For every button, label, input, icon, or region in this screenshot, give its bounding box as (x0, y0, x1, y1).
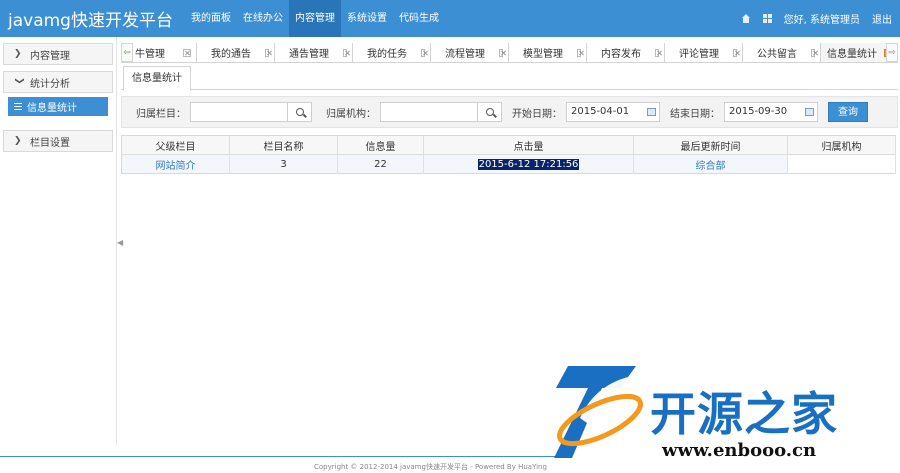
calendar-icon (647, 108, 656, 116)
click-count-cell: 2015-6-12 17:21:56 (423, 154, 634, 174)
end-date-input[interactable]: 2015-09-30 (724, 102, 802, 122)
search-icon (485, 108, 494, 116)
close-icon[interactable] (265, 48, 269, 57)
info-count-cell: 22 (337, 154, 424, 174)
org-input[interactable] (380, 102, 478, 122)
start-date-label: 开始日期： (512, 108, 562, 120)
watermark: 开源之家 www.enbooo.cn (550, 358, 900, 473)
close-icon[interactable] (577, 48, 581, 57)
query-button[interactable]: 查询 (828, 102, 868, 122)
close-icon[interactable] (733, 48, 737, 57)
category-search-button[interactable] (288, 102, 312, 122)
brand-title[interactable]: javamg快速开发平台 (8, 6, 173, 31)
sidebar-group-content[interactable]: ❯ 内容管理 (3, 43, 113, 65)
close-icon[interactable] (884, 48, 886, 57)
nav-office[interactable]: 在线办公 (237, 0, 289, 37)
tab-scroll-right-icon[interactable]: ⇨ (886, 43, 898, 62)
copyright: Copyright © 2012-2014 javamg快速开发平台 - Pow… (314, 463, 547, 471)
sub-tab-info-stats[interactable]: 信息量统计 (123, 66, 191, 91)
start-date-picker[interactable] (644, 102, 660, 122)
sidebar-item-info-stats[interactable]: 信息量统计 (8, 97, 108, 116)
close-icon[interactable] (811, 48, 815, 57)
org-label: 归属机构： (326, 108, 376, 120)
watermark-url: www.enbooo.cn (662, 440, 817, 461)
sidebar-group-stats[interactable]: ❯ 统计分析 (3, 71, 113, 93)
nav-settings[interactable]: 系统设置 (341, 0, 393, 37)
parent-column-link[interactable]: 网站简介 (121, 154, 230, 174)
tab-item[interactable]: 内容发布 (587, 43, 665, 62)
home-icon[interactable] (741, 13, 751, 24)
tab-item[interactable]: 评论管理 (665, 43, 743, 62)
sidebar-group-label: 内容管理 (30, 50, 70, 62)
tab-bar: ⇦ 牛管理 我的通告 通告管理 我的任务 流程管理 模型管理 内容发布 评论管理… (121, 43, 898, 63)
tab-item[interactable]: 我的通告 (197, 43, 275, 62)
nav-codegen[interactable]: 代码生成 (393, 0, 445, 37)
close-icon[interactable] (499, 48, 503, 57)
watermark-logo-icon (554, 366, 646, 458)
sub-tab-bar: 信息量统计 (121, 66, 898, 91)
category-label: 归属栏目： (136, 108, 186, 120)
tab-item[interactable]: 牛管理 (133, 43, 197, 62)
main-nav: 我的面板 在线办公 内容管理 系统设置 代码生成 (185, 0, 445, 37)
sidebar-group-label: 统计分析 (30, 78, 70, 90)
nav-dashboard[interactable]: 我的面板 (185, 0, 237, 37)
logout-link[interactable]: 退出 (872, 11, 892, 26)
column-header[interactable]: 归属机构 (787, 135, 896, 155)
category-input[interactable] (190, 102, 288, 122)
footer-divider (0, 456, 560, 457)
chevron-right-icon: ❯ (14, 136, 22, 146)
stats-table: 父级栏目 栏目名称 信息量 点击量 最后更新时间 归属机构 网站简介 3 22 … (121, 135, 896, 174)
top-navbar: javamg快速开发平台 我的面板 在线办公 内容管理 系统设置 代码生成 您好… (0, 0, 900, 37)
column-header[interactable]: 信息量 (337, 135, 424, 155)
selected-text: 2015-6-12 17:21:56 (477, 158, 580, 170)
org-cell (787, 154, 896, 174)
chevron-right-icon: ❯ (14, 49, 22, 59)
org-link[interactable]: 综合部 (633, 154, 788, 174)
close-icon[interactable] (343, 48, 347, 57)
list-icon (14, 103, 22, 110)
tab-item[interactable]: 模型管理 (509, 43, 587, 62)
end-date-picker[interactable] (802, 102, 818, 122)
calendar-icon (805, 108, 814, 116)
search-icon (295, 108, 304, 116)
column-header[interactable]: 父级栏目 (121, 135, 230, 155)
search-form: 归属栏目： 归属机构： 开始日期： 2015-04-01 结束日期： 2015-… (121, 96, 898, 128)
tab-scroll-left-icon[interactable]: ⇦ (121, 43, 133, 62)
grid-icon[interactable] (762, 14, 772, 23)
sidebar-group-label: 栏目设置 (30, 137, 70, 149)
chevron-down-icon: ❯ (14, 77, 24, 85)
tab-item[interactable]: 我的任务 (353, 43, 431, 62)
column-header[interactable]: 栏目名称 (229, 135, 338, 155)
close-icon[interactable] (183, 48, 191, 57)
column-header[interactable]: 最后更新时间 (633, 135, 788, 155)
close-icon[interactable] (421, 48, 425, 57)
user-area: 您好, 系统管理员 退出 (741, 0, 892, 37)
tab-item[interactable]: 通告管理 (275, 43, 353, 62)
table-header-row: 父级栏目 栏目名称 信息量 点击量 最后更新时间 归属机构 (121, 135, 896, 155)
watermark-text: 开源之家 (650, 387, 838, 441)
table-row[interactable]: 网站简介 3 22 2015-6-12 17:21:56 综合部 (121, 154, 896, 174)
user-greeting[interactable]: 您好, 系统管理员 (784, 11, 860, 26)
close-icon[interactable] (655, 48, 659, 57)
start-date-input[interactable]: 2015-04-01 (566, 102, 644, 122)
sidebar: ❯ 内容管理 ❯ 统计分析 信息量统计 ❯ 栏目设置 (0, 37, 117, 445)
tab-info-stats[interactable]: 信息量统计 (821, 43, 886, 62)
org-search-button[interactable] (478, 102, 502, 122)
tab-item[interactable]: 流程管理 (431, 43, 509, 62)
tab-item[interactable]: 公共留言 (743, 43, 821, 62)
column-header[interactable]: 点击量 (423, 135, 634, 155)
column-name-cell: 3 (229, 154, 338, 174)
sidebar-group-column-settings[interactable]: ❯ 栏目设置 (3, 130, 113, 152)
sidebar-item-label: 信息量统计 (27, 103, 77, 114)
end-date-label: 结束日期： (670, 108, 720, 120)
nav-content[interactable]: 内容管理 (288, 0, 341, 37)
